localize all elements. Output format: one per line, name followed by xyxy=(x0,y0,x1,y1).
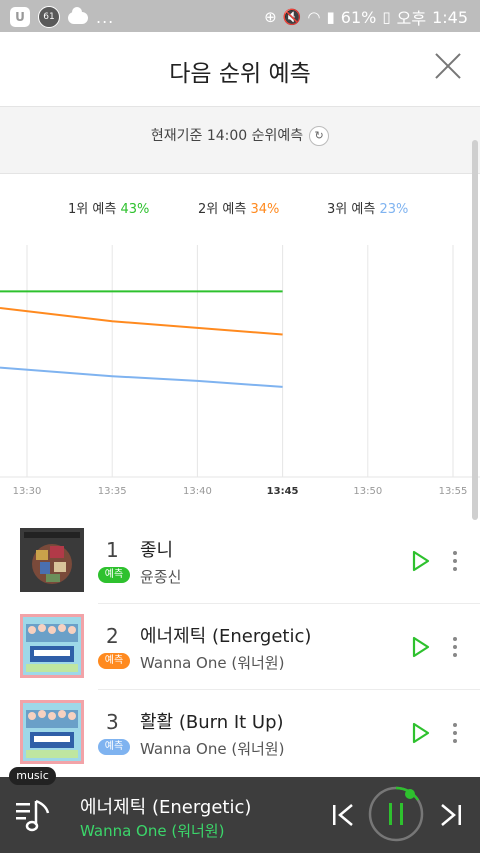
prediction-badge: 예측 xyxy=(98,653,130,669)
cloud-icon xyxy=(68,7,88,24)
status-left-icons: U 61 ... xyxy=(10,6,114,28)
data-saver-icon: ⊕ xyxy=(264,8,277,26)
rank-number: 3 xyxy=(106,710,119,734)
ranking-row[interactable]: 2 예측 에너제틱 (Energetic) Wanna One (워너원) xyxy=(0,604,480,690)
legend-percent: 34% xyxy=(250,202,280,217)
signal-icon: ▮ xyxy=(326,8,335,26)
notification-count-icon: 61 xyxy=(38,6,60,28)
more-options-icon[interactable] xyxy=(448,634,462,660)
album-cover xyxy=(20,528,84,592)
pause-icon[interactable] xyxy=(368,786,424,842)
x-tick-label: 13:55 xyxy=(439,486,468,497)
now-playing-artist: Wanna One (워너원) xyxy=(80,822,225,840)
time-prefix: 오후 xyxy=(396,9,427,28)
time-bar: 현재기준 14:00 순위예측 ↻ xyxy=(0,106,480,174)
artist-name: Wanna One (워너원) xyxy=(140,654,285,672)
legend-item-3: 3위 예측 23% xyxy=(327,198,408,217)
song-title: 활활 (Burn It Up) xyxy=(140,712,284,733)
battery-percent: 61% xyxy=(340,7,377,27)
artist-name: Wanna One (워너원) xyxy=(140,740,285,758)
x-tick-label: 13:35 xyxy=(98,486,127,497)
play-icon[interactable] xyxy=(411,722,431,744)
reference-time-text: 현재기준 14:00 순위예측 xyxy=(150,128,304,144)
legend-item-2: 2위 예측 34% xyxy=(198,198,279,217)
page-title: 다음 순위 예측 xyxy=(169,61,311,87)
more-notifications-indicator: ... xyxy=(96,7,115,27)
series-line xyxy=(0,307,283,336)
playlist-music-icon[interactable] xyxy=(14,795,54,835)
mini-player[interactable]: 에너제틱 (Energetic) Wanna One (워너원) xyxy=(0,777,480,853)
status-bar: U 61 ... ⊕ 🔇 ◠ ▮ 61% ▯ 오후 1:45 xyxy=(0,0,480,32)
x-tick-label: 13:40 xyxy=(183,486,212,497)
prediction-badge: 예측 xyxy=(98,739,130,755)
artist-name: 윤종신 xyxy=(140,568,182,586)
legend-percent: 23% xyxy=(379,202,409,217)
ranking-row[interactable]: 3 예측 활활 (Burn It Up) Wanna One (워너원) xyxy=(0,690,480,776)
x-tick-label: 13:50 xyxy=(353,486,382,497)
song-title: 에너제틱 (Energetic) xyxy=(140,626,312,647)
clock: 1:45 xyxy=(432,7,468,27)
status-right-icons: ⊕ 🔇 ◠ ▮ 61% ▯ 오후 1:45 xyxy=(264,5,468,29)
legend-label: 3위 예측 xyxy=(327,202,376,217)
album-cover xyxy=(20,700,84,764)
rank-number: 1 xyxy=(106,538,119,562)
legend-label: 2위 예측 xyxy=(198,202,247,217)
album-cover xyxy=(20,614,84,678)
x-tick-label: 13:45 xyxy=(267,486,299,497)
legend-label: 1위 예측 xyxy=(68,202,117,217)
rank-number: 2 xyxy=(106,624,119,648)
mute-icon: 🔇 xyxy=(282,8,302,26)
app-u-icon: U xyxy=(10,7,30,27)
refresh-icon[interactable]: ↻ xyxy=(309,126,330,146)
x-tick-label: 13:30 xyxy=(13,486,42,497)
series-line xyxy=(0,366,283,388)
legend-item-1: 1위 예측 43% xyxy=(68,198,149,217)
header: 다음 순위 예측 xyxy=(0,32,480,106)
play-icon[interactable] xyxy=(411,636,431,658)
rank-prediction-chart: 13:30 13:35 13:40 13:45 13:50 13:55 xyxy=(0,245,480,497)
close-button[interactable] xyxy=(432,50,464,82)
legend-percent: 43% xyxy=(120,202,150,217)
prediction-badge: 예측 xyxy=(98,567,130,583)
time-bar-line: 현재기준 14:00 순위예측 ↻ xyxy=(0,125,480,146)
more-options-icon[interactable] xyxy=(448,548,462,574)
battery-icon: ▯ xyxy=(382,8,391,26)
play-icon[interactable] xyxy=(411,550,431,572)
previous-icon[interactable] xyxy=(330,801,356,829)
music-tag: music xyxy=(9,767,56,785)
next-icon[interactable] xyxy=(438,801,464,829)
ranking-row[interactable]: 1 예측 좋니 윤종신 xyxy=(0,518,480,604)
wifi-icon: ◠ xyxy=(307,8,321,26)
scrollbar[interactable] xyxy=(472,140,478,520)
song-title: 좋니 xyxy=(140,540,174,561)
more-options-icon[interactable] xyxy=(448,720,462,746)
now-playing-title: 에너제틱 (Energetic) xyxy=(80,797,252,818)
